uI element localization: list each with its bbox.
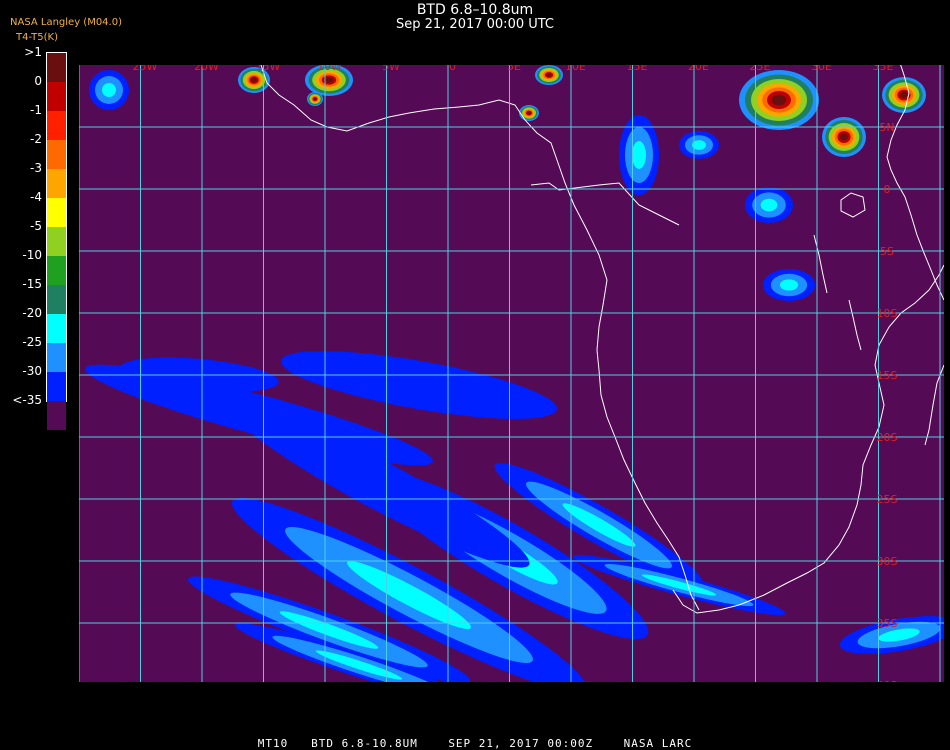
legend-label: >1 (24, 45, 42, 59)
cloud-blob (779, 279, 799, 291)
lake-malawi (848, 299, 862, 351)
color-legend (46, 52, 67, 430)
legend-swatch (47, 285, 66, 314)
legend-swatch (47, 111, 66, 140)
lon-label: 10E (565, 65, 586, 73)
lon-label: 5E (507, 65, 521, 73)
cloud-field (85, 64, 950, 707)
unit-label: T4-T5(K) (16, 32, 58, 43)
cloud-blob (771, 94, 787, 106)
legend-swatch (47, 53, 66, 82)
legend-label: -4 (30, 190, 42, 204)
legend-label: -2 (30, 132, 42, 146)
lat-label: 10S (877, 307, 898, 320)
satellite-map: 25W 20W 15W 10W 5W 0 5E 10E 15E 20E 25E 30E 35E 5N 0 5S… (78, 44, 950, 707)
lon-label: 15E (627, 65, 648, 73)
lat-label: 5S (880, 245, 894, 258)
legend-label: -5 (30, 219, 42, 233)
madagascar-coast (924, 364, 945, 446)
cloud-blob (840, 133, 848, 141)
lon-label: 30E (811, 65, 832, 73)
cloud-blob (102, 83, 116, 97)
map-title: BTD 6.8–10.8um (416, 2, 534, 18)
lon-label: 0 (449, 65, 456, 73)
lat-label: 25S (877, 493, 898, 506)
lon-label: 10W (317, 65, 342, 73)
lat-label: 20S (877, 431, 898, 444)
lake-victoria (840, 192, 866, 218)
cloud-blob (324, 77, 334, 83)
legend-swatch (47, 140, 66, 169)
legend-label: -10 (22, 248, 42, 262)
legend-label: -30 (22, 364, 42, 378)
legend-label: -20 (22, 306, 42, 320)
cloud-blob (527, 111, 531, 115)
lat-label: 15S (877, 369, 898, 382)
credit-label: NASA Langley (M04.0) (10, 17, 122, 28)
lat-label: 40S (877, 679, 898, 682)
cloud-blob (632, 141, 646, 169)
cloud-blob (546, 73, 552, 77)
legend-swatch (47, 314, 66, 343)
lon-label: 15W (256, 65, 281, 73)
legend-label: -15 (22, 277, 42, 291)
lon-label: 25W (133, 65, 158, 73)
lat-label: 30S (877, 555, 898, 568)
map-subtitle: Sep 21, 2017 00:00 UTC (395, 17, 555, 32)
legend-swatch (47, 372, 66, 401)
legend-label: -1 (30, 103, 42, 117)
lake-tanganyika (813, 234, 828, 294)
lon-label: 25E (750, 65, 771, 73)
legend-swatch (47, 169, 66, 198)
legend-swatch (47, 256, 66, 285)
footer-caption: MT10 BTD 6.8-10.8UM SEP 21, 2017 00:00Z … (257, 737, 693, 750)
lat-label: 0 (884, 183, 891, 196)
lon-label: 5W (382, 65, 400, 73)
legend-label: -3 (30, 161, 42, 175)
lat-label: 5N (879, 121, 894, 134)
cloud-blob (313, 97, 317, 101)
lat-label: 35S (877, 617, 898, 630)
legend-label: <-35 (12, 393, 42, 407)
lon-label: 20E (688, 65, 709, 73)
legend-swatch (47, 82, 66, 111)
legend-swatch (47, 343, 66, 372)
lon-label: 35E (873, 65, 894, 73)
legend-swatch (47, 198, 66, 227)
cloud-blob (760, 198, 778, 212)
legend-swatch (47, 401, 66, 430)
legend-swatch (47, 227, 66, 256)
cloud-blob (251, 77, 257, 83)
legend-label: -25 (22, 335, 42, 349)
cloud-blob (900, 91, 908, 99)
legend-label: 0 (34, 74, 42, 88)
map-canvas: 25W 20W 15W 10W 5W 0 5E 10E 15E 20E 25E 30E 35E 5N 0 5S… (78, 44, 950, 707)
lon-label: 20W (194, 65, 219, 73)
